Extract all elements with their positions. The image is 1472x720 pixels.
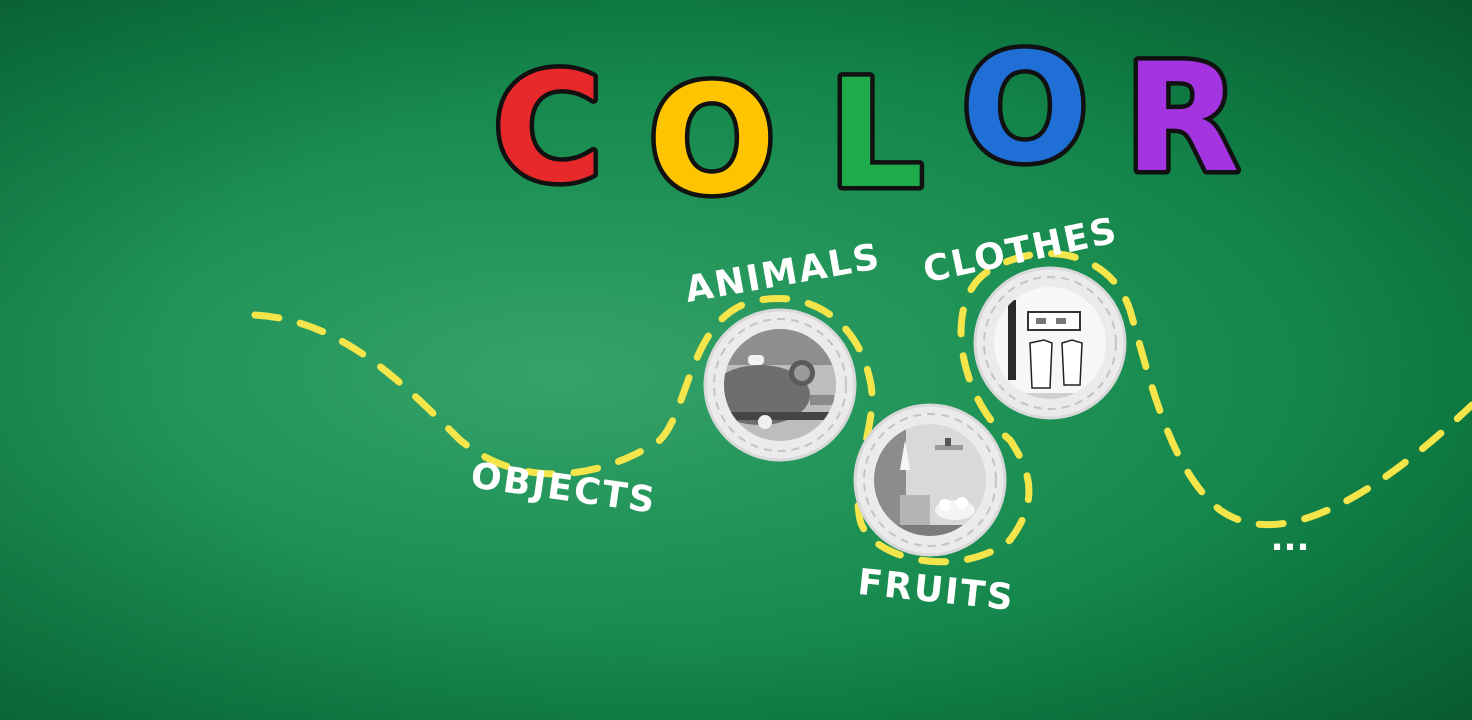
title-letter-o1: O [648, 54, 776, 228]
game-title: C O L O R [488, 18, 1244, 233]
level-fruits-button[interactable] [853, 403, 1007, 557]
more-levels-indicator: ... [1271, 519, 1310, 559]
title-letter-r: R [1124, 32, 1240, 206]
label-objects[interactable]: OBJECTS [468, 455, 659, 522]
label-fruits[interactable]: FRUITS [856, 562, 1017, 619]
title-letter-c: C [493, 42, 603, 216]
level-animals-button[interactable] [703, 308, 857, 462]
level-map: C O L O R OBJECTS ANIMALS FRUITS CLOTHES… [251, 18, 1472, 619]
title-letter-l: L [828, 48, 924, 222]
level-clothes-button[interactable] [973, 266, 1127, 420]
title-letter-o2: O [961, 22, 1089, 196]
